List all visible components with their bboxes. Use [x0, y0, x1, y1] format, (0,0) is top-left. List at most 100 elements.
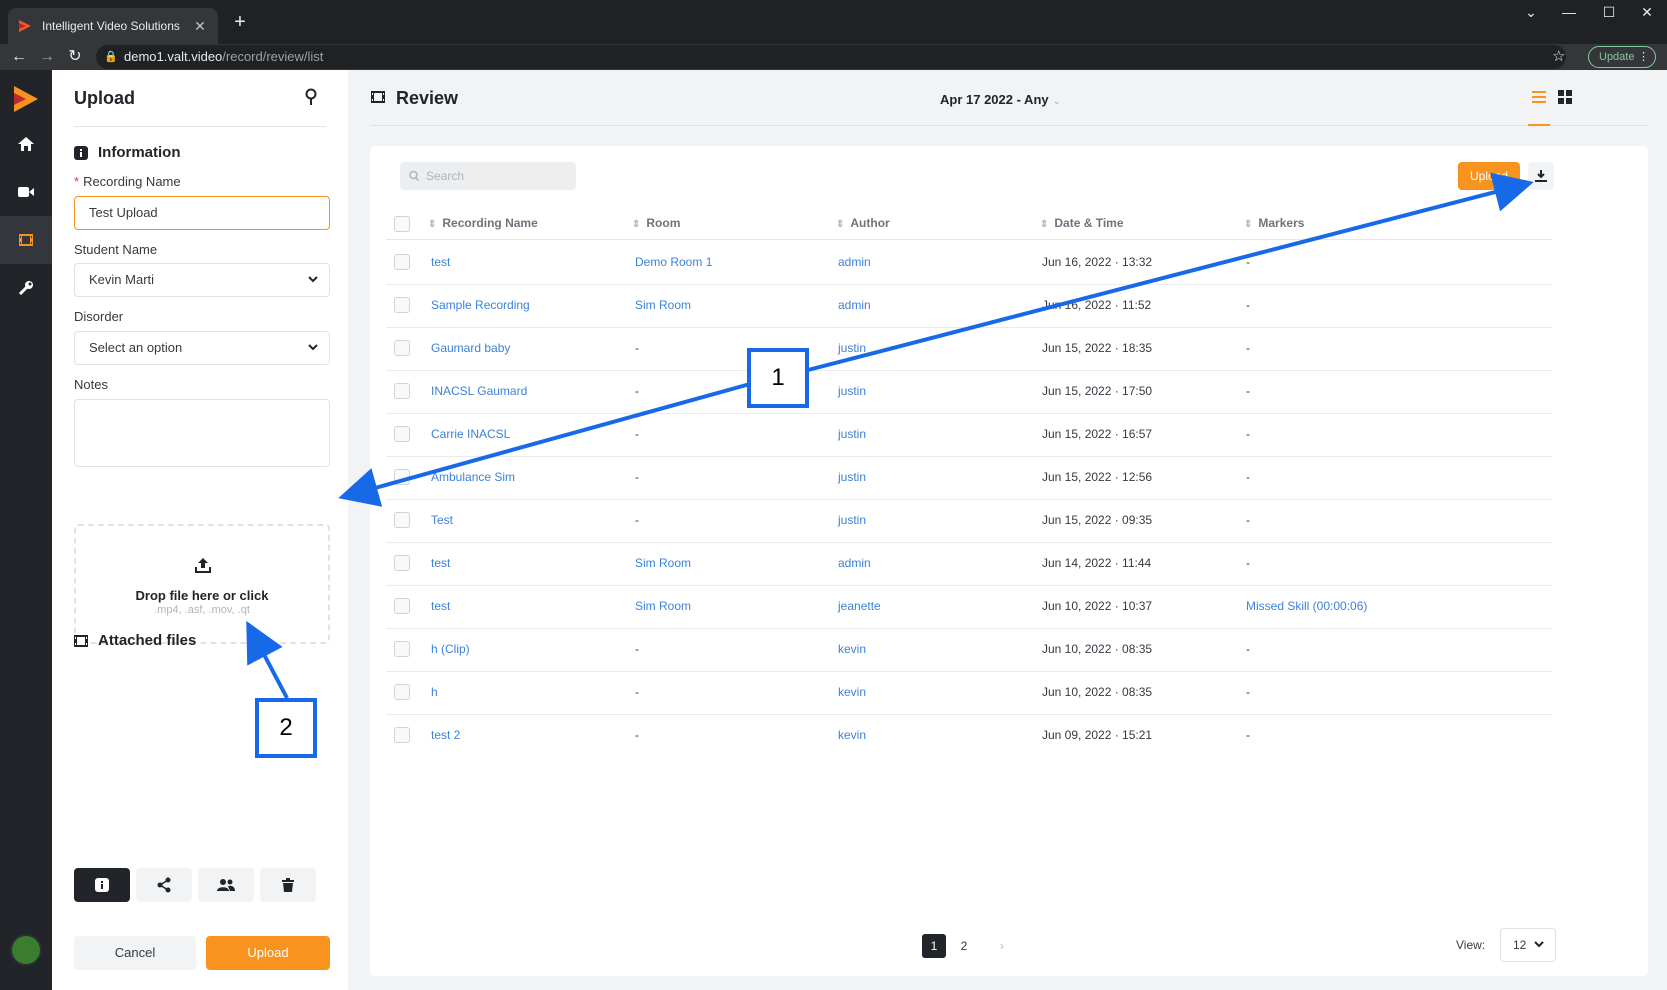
notes-textarea[interactable]: [74, 399, 330, 467]
address-bar[interactable]: 🔒 demo1.valt.video/record/review/list: [96, 45, 1566, 69]
row-checkbox[interactable]: [394, 254, 410, 270]
room-link[interactable]: Sim Room: [635, 298, 691, 312]
reload-icon[interactable]: ↻: [64, 44, 86, 70]
column-header-recording-name[interactable]: ⇕ Recording Name: [428, 216, 538, 230]
table-row[interactable]: INACSL Gaumard - justin Jun 15, 2022 · 1…: [386, 369, 1552, 414]
upload-button[interactable]: Upload: [1458, 162, 1520, 190]
author-link[interactable]: kevin: [838, 642, 866, 656]
select-all-checkbox[interactable]: [394, 216, 410, 232]
table-row[interactable]: test 2 - kevin Jun 09, 2022 · 15:21 -: [386, 713, 1552, 758]
row-checkbox[interactable]: [394, 297, 410, 313]
grid-view-toggle[interactable]: [1558, 90, 1572, 109]
browser-tab[interactable]: Intelligent Video Solutions ✕: [8, 8, 218, 44]
nav-tools[interactable]: [0, 264, 52, 312]
download-button[interactable]: [1528, 162, 1554, 190]
row-checkbox[interactable]: [394, 512, 410, 528]
row-checkbox[interactable]: [394, 340, 410, 356]
view-count-select[interactable]: 12: [1500, 928, 1556, 962]
row-checkbox[interactable]: [394, 555, 410, 571]
column-header-author[interactable]: ⇕ Author: [836, 216, 890, 230]
cancel-button[interactable]: Cancel: [74, 936, 196, 970]
browser-update-button[interactable]: Update ⋮: [1588, 46, 1656, 68]
author-link[interactable]: admin: [838, 298, 871, 312]
nav-home[interactable]: [0, 120, 52, 168]
recording-name-link[interactable]: h (Clip): [431, 642, 470, 656]
room-link[interactable]: Sim Room: [635, 556, 691, 570]
page-1-button[interactable]: 1: [922, 934, 946, 958]
recording-name-link[interactable]: h: [431, 685, 438, 699]
table-row[interactable]: test Sim Room admin Jun 14, 2022 · 11:44…: [386, 541, 1552, 586]
column-header-room[interactable]: ⇕ Room: [632, 216, 680, 230]
author-link[interactable]: kevin: [838, 728, 866, 742]
delete-button[interactable]: [260, 868, 316, 902]
student-name-select[interactable]: Kevin Marti: [74, 263, 330, 297]
new-tab-button[interactable]: +: [228, 10, 252, 34]
table-row[interactable]: h (Clip) - kevin Jun 10, 2022 · 08:35 -: [386, 627, 1552, 672]
table-row[interactable]: Sample Recording Sim Room admin Jun 16, …: [386, 283, 1552, 328]
minimize-icon[interactable]: —: [1554, 4, 1584, 20]
next-page-icon[interactable]: ›: [990, 934, 1014, 958]
list-view-toggle[interactable]: [1528, 88, 1550, 126]
row-checkbox[interactable]: [394, 641, 410, 657]
table-row[interactable]: Gaumard baby - justin Jun 15, 2022 · 18:…: [386, 326, 1552, 371]
share-tab-button[interactable]: [136, 868, 192, 902]
forward-icon[interactable]: →: [36, 44, 58, 70]
chevron-down-icon[interactable]: ⌄: [1516, 4, 1546, 21]
recording-name-link[interactable]: test: [431, 599, 450, 613]
recording-name-link[interactable]: test: [431, 255, 450, 269]
page-2-button[interactable]: 2: [952, 934, 976, 958]
search-input[interactable]: Search: [400, 162, 576, 190]
row-checkbox[interactable]: [394, 383, 410, 399]
nav-record[interactable]: [0, 168, 52, 216]
table-row[interactable]: h - kevin Jun 10, 2022 · 08:35 -: [386, 670, 1552, 715]
upload-submit-button[interactable]: Upload: [206, 936, 330, 970]
author-link[interactable]: kevin: [838, 685, 866, 699]
maximize-icon[interactable]: ☐: [1594, 4, 1624, 21]
column-header-markers[interactable]: ⇕ Markers: [1244, 216, 1304, 230]
row-checkbox[interactable]: [394, 684, 410, 700]
author-link[interactable]: justin: [838, 513, 866, 527]
recording-name-link[interactable]: INACSL Gaumard: [431, 384, 527, 398]
recording-name-link[interactable]: Test: [431, 513, 453, 527]
back-icon[interactable]: ←: [8, 44, 30, 70]
column-header-date-time[interactable]: ⇕ Date & Time: [1040, 216, 1124, 230]
close-icon[interactable]: ✕: [192, 18, 208, 35]
date-filter-dropdown[interactable]: Apr 17 2022 - Any ⌄: [940, 92, 1061, 107]
user-avatar[interactable]: [10, 934, 42, 966]
file-dropzone[interactable]: Drop file here or click .mp4, .asf, .mov…: [74, 524, 330, 644]
marker-link[interactable]: Missed Skill (00:00:06): [1246, 599, 1367, 613]
author-link[interactable]: justin: [838, 384, 866, 398]
author-link[interactable]: justin: [838, 470, 866, 484]
nav-review[interactable]: [0, 216, 52, 264]
room-link[interactable]: Demo Room 1: [635, 255, 712, 269]
table-row[interactable]: test Demo Room 1 admin Jun 16, 2022 · 13…: [386, 240, 1552, 285]
row-checkbox[interactable]: [394, 469, 410, 485]
table-row[interactable]: Test - justin Jun 15, 2022 · 09:35 -: [386, 498, 1552, 543]
recording-name-link[interactable]: Ambulance Sim: [431, 470, 515, 484]
recording-name-link[interactable]: test: [431, 556, 450, 570]
table-row[interactable]: Carrie INACSL - justin Jun 15, 2022 · 16…: [386, 412, 1552, 457]
table-row[interactable]: test Sim Room jeanette Jun 10, 2022 · 10…: [386, 584, 1552, 629]
info-tab-button[interactable]: [74, 868, 130, 902]
room-link[interactable]: Sim Room: [635, 599, 691, 613]
author-link[interactable]: jeanette: [838, 599, 881, 613]
recording-name-link[interactable]: Carrie INACSL: [431, 427, 510, 441]
recording-name-link[interactable]: Gaumard baby: [431, 341, 510, 355]
author-link[interactable]: admin: [838, 255, 871, 269]
row-checkbox[interactable]: [394, 727, 410, 743]
author-link[interactable]: admin: [838, 556, 871, 570]
users-tab-button[interactable]: [198, 868, 254, 902]
table-row[interactable]: Ambulance Sim - justin Jun 15, 2022 · 12…: [386, 455, 1552, 500]
author-link[interactable]: justin: [838, 427, 866, 441]
window-close-icon[interactable]: ✕: [1632, 4, 1662, 21]
recording-name-link[interactable]: test 2: [431, 728, 460, 742]
bookmark-star-icon[interactable]: ☆: [1552, 47, 1565, 65]
recording-name-link[interactable]: Sample Recording: [431, 298, 530, 312]
recording-name-input[interactable]: Test Upload: [74, 196, 330, 230]
row-checkbox[interactable]: [394, 598, 410, 614]
author-link[interactable]: justin: [838, 341, 866, 355]
disorder-select[interactable]: Select an option: [74, 331, 330, 365]
app-logo-icon[interactable]: [12, 84, 40, 114]
row-checkbox[interactable]: [394, 426, 410, 442]
pin-icon[interactable]: [304, 88, 318, 106]
